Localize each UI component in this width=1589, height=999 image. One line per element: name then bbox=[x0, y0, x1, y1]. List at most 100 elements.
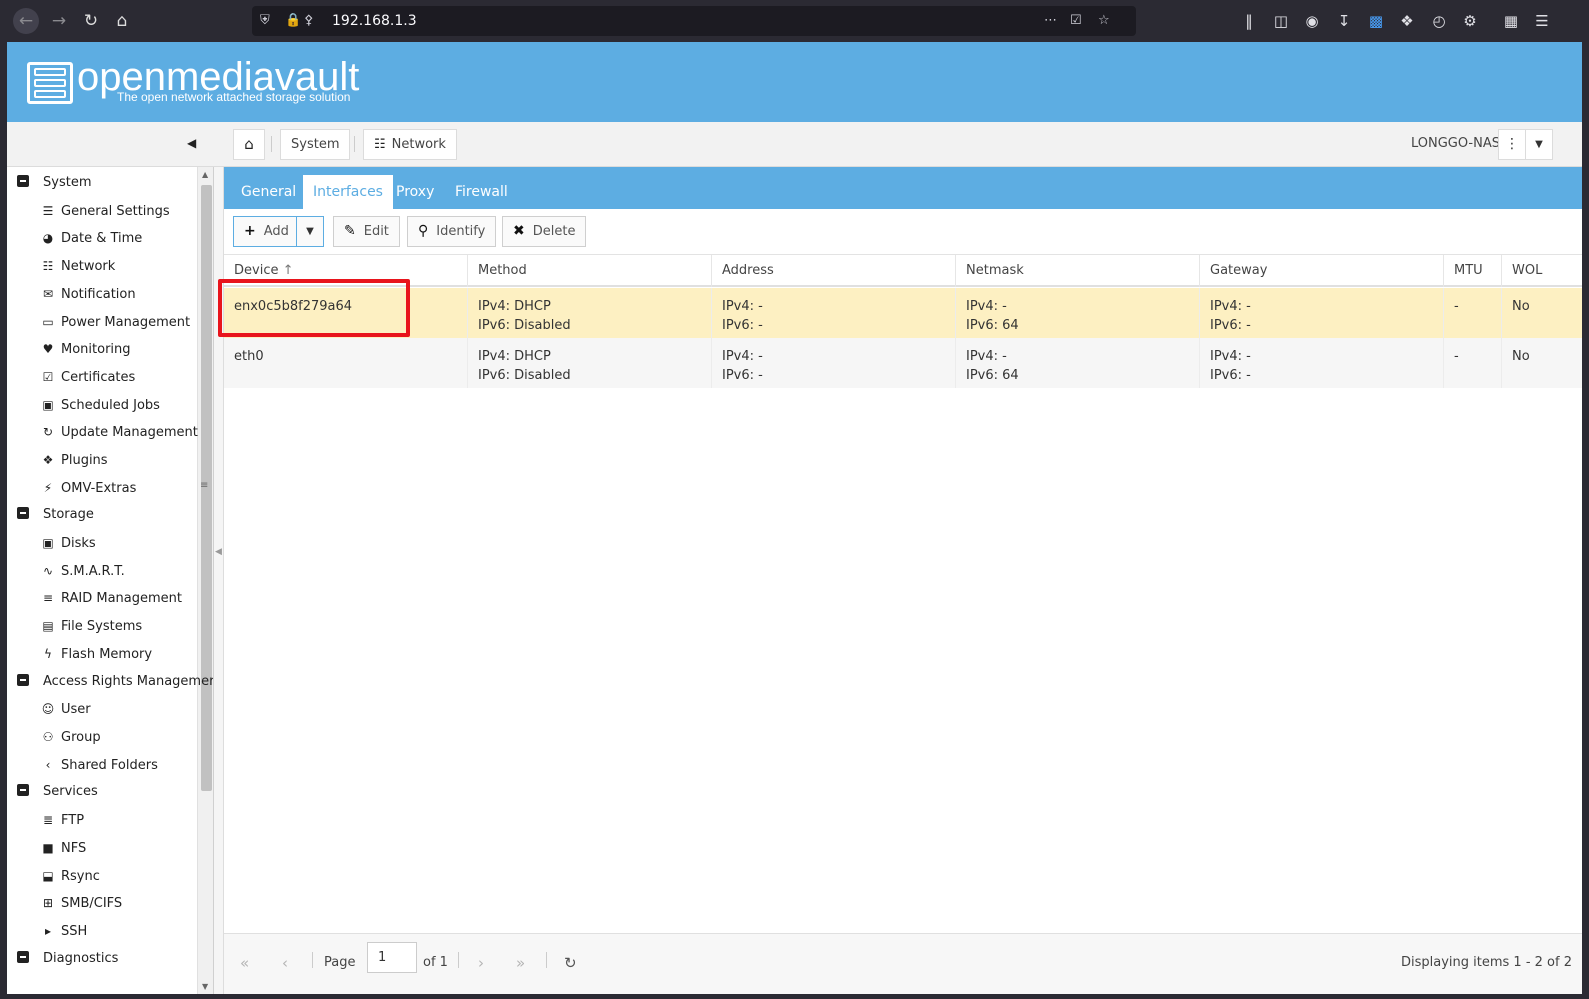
sidebar-item-update-management[interactable]: ↻ Update Management bbox=[39, 420, 198, 444]
column-header-mtu[interactable]: MTU bbox=[1444, 255, 1502, 287]
add-dropdown-icon[interactable]: ▼ bbox=[296, 216, 324, 247]
sidebar-item-certificates[interactable]: ☑ Certificates bbox=[39, 365, 136, 389]
sidebar-item-group[interactable]: ⚇ Group bbox=[39, 725, 101, 749]
database-icon: ≡ bbox=[42, 591, 54, 605]
sidebar-item-rsync[interactable]: ⬓ Rsync bbox=[39, 864, 100, 888]
bookmark-star-icon[interactable]: ☆ bbox=[1098, 6, 1110, 36]
forward-arrow-icon[interactable]: → bbox=[46, 8, 72, 34]
folders-icon: ▤ bbox=[42, 619, 54, 633]
menu-hamburger-icon[interactable]: ☰ bbox=[1531, 10, 1553, 32]
sidebar-item-plugins[interactable]: ❖ Plugins bbox=[39, 448, 108, 472]
cell-mtu: - bbox=[1444, 288, 1502, 338]
sidebar-item-omv-extras[interactable]: ⚡ OMV-Extras bbox=[39, 476, 137, 500]
sidebar-item-notification[interactable]: ✉ Notification bbox=[39, 282, 136, 306]
sidebar-group-access-rights-managemer[interactable]: Access Rights Managemer bbox=[17, 670, 213, 694]
column-header-address[interactable]: Address bbox=[712, 255, 956, 287]
delete-button[interactable]: ✖ Delete bbox=[502, 216, 587, 247]
sidebar-item-general-settings[interactable]: ☰ General Settings bbox=[39, 199, 170, 223]
sidebar-item-power-management[interactable]: ▭ Power Management bbox=[39, 310, 190, 334]
add-button-label: Add bbox=[263, 224, 289, 239]
collapse-node-icon[interactable] bbox=[17, 175, 29, 187]
collapse-sidebar-icon[interactable]: ◀ bbox=[187, 136, 196, 150]
kebab-menu-icon[interactable]: ⋮ bbox=[1498, 129, 1526, 160]
column-header-gateway[interactable]: Gateway bbox=[1200, 255, 1444, 287]
column-header-netmask[interactable]: Netmask bbox=[956, 255, 1200, 287]
next-page-icon[interactable]: › bbox=[478, 954, 484, 972]
sidebar-item-date-time[interactable]: ◕ Date & Time bbox=[39, 226, 143, 250]
first-page-icon[interactable]: « bbox=[240, 954, 249, 972]
previous-page-icon[interactable]: ‹ bbox=[282, 954, 288, 972]
download-icon[interactable]: ↧ bbox=[1333, 10, 1355, 32]
sidebar-item-user[interactable]: ☺ User bbox=[39, 697, 91, 721]
sidebar-item-ssh[interactable]: ▸ SSH bbox=[39, 919, 87, 943]
highlight-annotation bbox=[218, 279, 410, 337]
sidebar-group-diagnostics[interactable]: Diagnostics bbox=[17, 947, 118, 971]
last-page-icon[interactable]: » bbox=[516, 954, 525, 972]
collapse-node-icon[interactable] bbox=[17, 507, 29, 519]
collapse-node-icon[interactable] bbox=[17, 951, 29, 963]
bolt-icon: ϟ bbox=[44, 647, 52, 661]
sidebar-item-flash-memory[interactable]: ϟ Flash Memory bbox=[39, 642, 152, 666]
library-icon[interactable]: ‖ bbox=[1238, 10, 1260, 32]
sidebar-item-network[interactable]: ☷ Network bbox=[39, 254, 116, 278]
tab-proxy[interactable]: Proxy bbox=[386, 175, 444, 209]
column-header-wol[interactable]: WOL bbox=[1502, 255, 1582, 287]
cell-gateway: IPv4: - IPv6: - bbox=[1200, 338, 1444, 388]
sidebar-group-services[interactable]: Services bbox=[17, 780, 98, 804]
reload-icon[interactable]: ↻ bbox=[78, 8, 104, 34]
breadcrumb-home[interactable]: ⌂ bbox=[233, 129, 265, 160]
sidebar-item-shared-folders[interactable]: ‹ Shared Folders bbox=[39, 753, 158, 777]
sidebar-item-label: File Systems bbox=[61, 619, 143, 634]
sidebar-item-file-systems[interactable]: ▤ File Systems bbox=[39, 614, 142, 638]
sidebar-item-ftp[interactable]: ≣ FTP bbox=[39, 808, 84, 832]
collapse-node-icon[interactable] bbox=[17, 784, 29, 796]
add-button[interactable]: + Add bbox=[233, 216, 297, 247]
scroll-down-icon[interactable]: ▼ bbox=[202, 982, 208, 991]
containers-icon[interactable]: ▦ bbox=[1500, 10, 1522, 32]
settings-gear-icon[interactable]: ⚙ bbox=[1459, 10, 1481, 32]
back-arrow-icon[interactable]: ← bbox=[13, 8, 39, 34]
page-number-input[interactable] bbox=[367, 942, 417, 973]
sidebar-item-nfs[interactable]: ■ NFS bbox=[39, 836, 86, 860]
column-header-method[interactable]: Method bbox=[468, 255, 712, 287]
table-row[interactable]: enx0c5b8f279a64 IPv4: DHCP IPv6: Disabled… bbox=[218, 279, 1582, 338]
table-row[interactable]: eth0 IPv4: DHCP IPv6: Disabled IPv4: - IPv… bbox=[224, 338, 1582, 388]
history-icon[interactable]: ◴ bbox=[1428, 10, 1450, 32]
sidebar-item-scheduled-jobs[interactable]: ▣ Scheduled Jobs bbox=[39, 393, 160, 417]
sidebar-item-s-m-a-r-t-[interactable]: ∿ S.M.A.R.T. bbox=[39, 559, 125, 583]
account-icon[interactable]: ◉ bbox=[1301, 10, 1323, 32]
breadcrumb-network[interactable]: ☷ Network bbox=[363, 129, 457, 160]
identify-button[interactable]: ⚲ Identify bbox=[407, 216, 497, 247]
sidebar-item-raid-management[interactable]: ≡ RAID Management bbox=[39, 586, 182, 610]
extensions-icon[interactable]: ❖ bbox=[1396, 10, 1418, 32]
sidebar-group-storage[interactable]: Storage bbox=[17, 503, 94, 527]
tab-interfaces[interactable]: Interfaces bbox=[303, 175, 393, 209]
edit-button[interactable]: ✎ Edit bbox=[333, 216, 400, 247]
key-icon[interactable]: ⚴ bbox=[304, 6, 314, 36]
sidebar-item-smb-cifs[interactable]: ⊞ SMB/CIFS bbox=[39, 891, 122, 915]
sidebar-item-disks[interactable]: ▣ Disks bbox=[39, 531, 95, 555]
insecure-lock-icon[interactable]: 🔒 bbox=[285, 6, 301, 36]
sidebar-group-system[interactable]: System bbox=[17, 171, 91, 195]
breadcrumb-system[interactable]: System bbox=[280, 129, 351, 160]
sidebar-toggle-icon[interactable]: ◫ bbox=[1270, 10, 1292, 32]
method-ipv4: IPv4: DHCP bbox=[478, 349, 551, 364]
page-actions-icon[interactable]: ⋯ bbox=[1044, 6, 1057, 36]
collapse-node-icon[interactable] bbox=[17, 674, 29, 686]
splitter-arrow-icon[interactable]: ◀ bbox=[215, 547, 222, 557]
home-icon[interactable]: ⌂ bbox=[109, 8, 135, 34]
url-text[interactable]: 192.168.1.3 bbox=[332, 6, 417, 36]
disk-icon: ▣ bbox=[42, 536, 54, 550]
address-bar[interactable]: ⛨ 🔒 ⚴ 192.168.1.3 ⋯ ☑ ☆ bbox=[252, 6, 1136, 36]
tab-firewall[interactable]: Firewall bbox=[445, 175, 518, 209]
pocket-icon[interactable]: ☑ bbox=[1070, 6, 1082, 36]
dropdown-arrow-icon[interactable]: ▼ bbox=[1525, 129, 1553, 160]
tab-general[interactable]: General bbox=[231, 175, 306, 209]
refresh-icon[interactable]: ↻ bbox=[564, 954, 577, 972]
save-to-icon[interactable]: ▩ bbox=[1365, 10, 1387, 32]
shield-icon[interactable]: ⛨ bbox=[260, 6, 270, 36]
scroll-up-icon[interactable]: ▲ bbox=[202, 170, 208, 179]
sidebar-item-monitoring[interactable]: ♥ Monitoring bbox=[39, 337, 131, 361]
sidebar-item-label: SSH bbox=[61, 924, 88, 939]
sidebar-scrollbar[interactable]: ▲ ≡ ▼ bbox=[197, 167, 213, 994]
